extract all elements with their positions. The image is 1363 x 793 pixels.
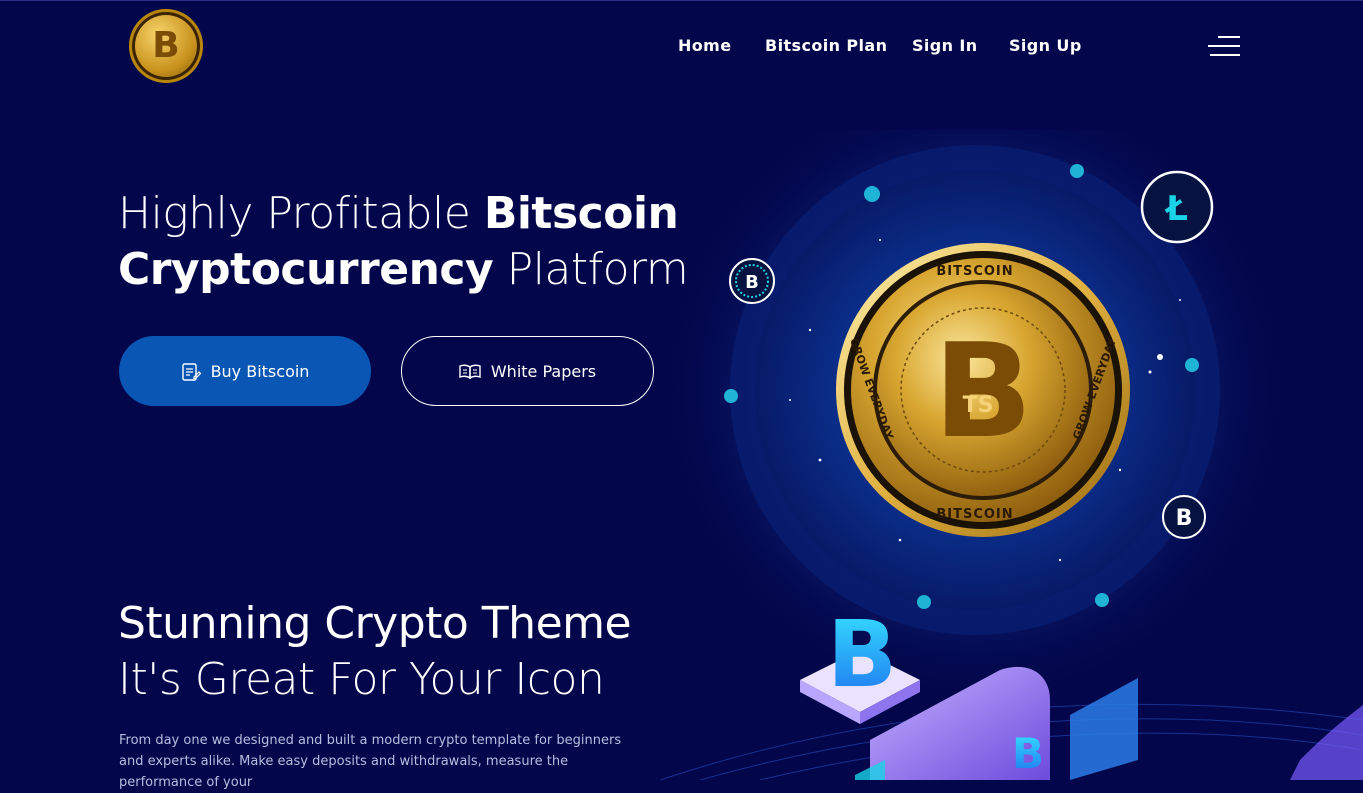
buy-bitscoin-label: Buy Bitscoin <box>210 361 310 381</box>
hero-title: Highly Profitable Bitscoin Cryptocurrenc… <box>118 186 689 298</box>
hero-title-bold1: Bitscoin <box>483 188 679 239</box>
section-title: Stunning Crypto Theme It's Great For You… <box>118 596 718 708</box>
coin-bottom-text: BITSCOIN <box>936 507 1013 522</box>
section-paragraph: From day one we designed and built a mod… <box>119 733 622 790</box>
nav-sign-in[interactable]: Sign In <box>912 36 978 55</box>
hero-title-bold2: Cryptocurrency <box>118 244 494 295</box>
section-title-line2: It's Great For Your Icon <box>118 654 605 705</box>
nav-bitscoin-plan[interactable]: Bitscoin Plan <box>765 36 887 55</box>
coin-b-symbol: B <box>933 315 1032 467</box>
crypto-illustration: BITSCOIN BITSCOIN GROW EVERYDAY GROW EVE… <box>660 130 1363 780</box>
main-nav: Home Bitscoin Plan Sign In Sign Up <box>0 36 1363 58</box>
coin-center-mark: TS <box>963 393 994 418</box>
document-edit-icon <box>181 363 201 381</box>
top-border <box>0 0 1363 1</box>
coin-top-text: BITSCOIN <box>936 264 1013 279</box>
open-book-icon <box>459 364 481 379</box>
section-title-line1: Stunning Crypto Theme <box>118 598 632 649</box>
device-b-icon: B <box>1012 729 1044 778</box>
hamburger-icon[interactable] <box>1208 35 1240 57</box>
buy-bitscoin-button[interactable]: Buy Bitscoin <box>119 336 371 406</box>
bitcoin-badge-right: B <box>1176 506 1193 531</box>
nav-home[interactable]: Home <box>678 36 732 55</box>
hero-title-part1: Highly Profitable <box>118 188 471 239</box>
isometric-b-icon: B <box>827 601 897 708</box>
white-papers-label: White Papers <box>490 361 597 381</box>
litecoin-badge: Ł <box>1164 189 1188 229</box>
nav-sign-up[interactable]: Sign Up <box>1009 36 1082 55</box>
white-papers-button[interactable]: White Papers <box>401 336 654 406</box>
bitcoin-badge-left: B <box>745 272 759 293</box>
